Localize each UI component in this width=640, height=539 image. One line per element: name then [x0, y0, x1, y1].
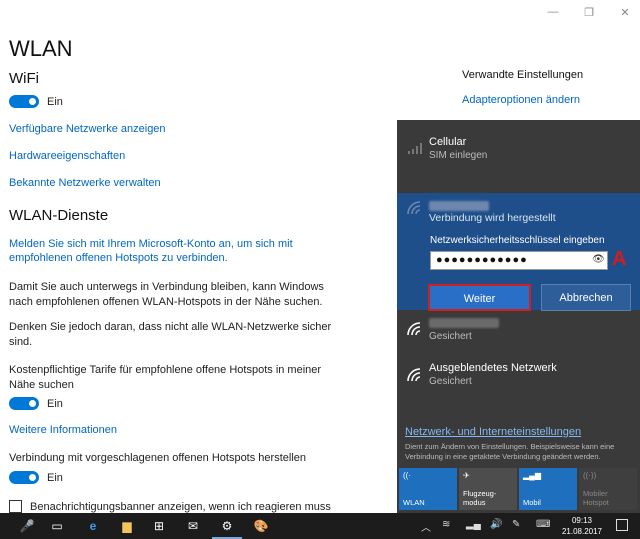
- network-name-redacted: [429, 201, 489, 211]
- adapter-options-link[interactable]: Adapteroptionen ändern: [462, 94, 580, 106]
- wifi-signal-icon: [407, 368, 421, 382]
- wlan-services-heading: WLAN-Dienste: [9, 207, 109, 224]
- related-settings-heading: Verwandte Einstellungen: [462, 69, 584, 81]
- suggested-hotspots-toggle-row: Ein: [9, 471, 63, 484]
- security-key-label: Netzwerksicherheitsschlüssel eingeben: [430, 235, 605, 246]
- more-info-link[interactable]: Weitere Informationen: [9, 424, 117, 436]
- wifi-toggle-label: Ein: [47, 95, 63, 108]
- paid-plans-paragraph-line2: Nähe suchen: [9, 379, 74, 391]
- paid-plans-paragraph-line1: Kostenpflichtige Tarife für empfohlene o…: [9, 364, 322, 376]
- suggested-hotspots-toggle[interactable]: [9, 471, 39, 484]
- annotation-marker: A: [612, 248, 627, 270]
- link-hardware-properties[interactable]: Hardwareeigenschaften: [9, 150, 125, 162]
- microphone-icon[interactable]: 🎤: [18, 517, 36, 535]
- wifi-heading: WiFi: [9, 70, 39, 87]
- hotspot-paragraph-line1: Damit Sie auch unterwegs in Verbindung b…: [9, 281, 324, 293]
- hotspot-paragraph: Damit Sie auch unterwegs in Verbindung b…: [9, 280, 339, 310]
- wifi-signal-icon: [407, 322, 421, 336]
- clock[interactable]: 09:13 21.08.2017: [562, 515, 602, 537]
- clock-date: 21.08.2017: [561, 527, 602, 536]
- notification-banner-label: Benachrichtigungsbanner anzeigen, wenn i…: [30, 500, 331, 513]
- task-view-icon[interactable]: ▭: [48, 517, 66, 535]
- link-known-networks[interactable]: Bekannte Netzwerke verwalten: [9, 177, 161, 189]
- paint-icon[interactable]: 🎨: [252, 517, 270, 535]
- network-settings-note: Dient zum Ändern von Einstellungen. Beis…: [405, 442, 615, 461]
- airplane-mode-tile-label: Flugzeug- modus: [463, 489, 497, 507]
- volume-icon[interactable]: 🔊: [490, 519, 502, 530]
- signin-link-line2[interactable]: empfohlenen offenen Hotspots zu verbinde…: [9, 252, 228, 264]
- reveal-password-icon[interactable]: 👁: [592, 254, 605, 266]
- hotspot-paragraph-line2: nach empfohlenen offenen WLAN-Hotspots i…: [9, 296, 323, 308]
- paid-plans-paragraph: Kostenpflichtige Tarife für empfohlene o…: [9, 363, 339, 393]
- settings-window: — ❐ ✕ WLAN WiFi Ein Verfügbare Netzwerke…: [0, 0, 640, 539]
- notification-banner-row: Benachrichtigungsbanner anzeigen, wenn i…: [9, 500, 331, 513]
- close-button[interactable]: ✕: [618, 6, 632, 19]
- hidden-network-name: Ausgeblendetes Netzwerk: [429, 362, 557, 374]
- mobile-hotspot-tile[interactable]: ((·)) Mobiler Hotspot: [579, 468, 637, 510]
- wifi-toggle-row: Ein: [9, 95, 63, 108]
- network-flyout: Cellular SIM einlegen Verbindung wird he…: [397, 120, 640, 513]
- link-available-networks[interactable]: Verfügbare Netzwerke anzeigen: [9, 123, 166, 135]
- hotspot-icon: ((·)): [583, 471, 597, 480]
- action-center-icon[interactable]: [616, 519, 628, 531]
- wifi-icon: ((·: [403, 471, 411, 480]
- taskbar: 🎤 ▭ e ▆ ⊞ ✉ ⚙ 🎨 ︿ ≋ ▂▄ 🔊 ✎ ⌨ 09:13 21.08…: [0, 513, 640, 539]
- minimize-button[interactable]: —: [546, 6, 560, 19]
- chevron-up-icon[interactable]: ︿: [421, 519, 431, 534]
- signin-link-line1[interactable]: Melden Sie sich mit Ihrem Microsoft-Kont…: [9, 238, 293, 250]
- network-settings-link[interactable]: Netzwerk- und Interneteinstellungen: [405, 426, 581, 438]
- suggested-hotspots-text: Verbindung mit vorgeschlagenen offenen H…: [9, 452, 306, 464]
- wlan-tile-label: WLAN: [403, 498, 425, 507]
- paid-plans-toggle-label: Ein: [47, 397, 63, 410]
- page-title: WLAN: [9, 36, 73, 61]
- store-icon[interactable]: ⊞: [150, 517, 168, 535]
- notification-banner-checkbox[interactable]: [9, 500, 22, 513]
- wlan-tile[interactable]: ((· WLAN: [399, 468, 457, 510]
- mobile-hotspot-tile-label: Mobiler Hotspot: [583, 489, 609, 507]
- mobile-tile-label: Mobil: [523, 498, 541, 507]
- wifi-signal-icon: [407, 201, 421, 215]
- settings-gear-icon[interactable]: ⚙: [212, 517, 242, 539]
- airplane-mode-tile[interactable]: ✈ Flugzeug- modus: [459, 468, 517, 510]
- mobile-tile[interactable]: ▂▄▆ Mobil: [519, 468, 577, 510]
- cancel-button[interactable]: Abbrechen: [541, 284, 631, 311]
- secured-network-item[interactable]: Gesichert: [397, 314, 640, 350]
- cellular-icon: ▂▄▆: [523, 471, 541, 480]
- security-paragraph: Denken Sie jedoch daran, dass nicht alle…: [9, 320, 339, 350]
- security-paragraph-line2: sind.: [9, 336, 33, 348]
- keyboard-icon[interactable]: ⌨: [536, 519, 550, 530]
- paid-plans-toggle-row: Ein: [9, 397, 63, 410]
- hidden-network-status: Gesichert: [429, 376, 472, 387]
- cellular-name: Cellular: [429, 136, 467, 148]
- cellular-tray-icon[interactable]: ▂▄: [466, 519, 481, 530]
- paid-plans-toggle[interactable]: [9, 397, 39, 410]
- security-paragraph-line1: Denken Sie jedoch daran, dass nicht alle…: [9, 321, 332, 333]
- next-button[interactable]: Weiter: [428, 284, 531, 311]
- airplane-icon: ✈: [463, 471, 470, 480]
- security-key-value: ●●●●●●●●●●●●: [436, 254, 528, 266]
- clock-time: 09:13: [571, 516, 592, 525]
- wifi-toggle[interactable]: [9, 95, 39, 108]
- hidden-network-item[interactable]: Ausgeblendetes Netzwerk Gesichert: [397, 360, 640, 396]
- cellular-status: SIM einlegen: [429, 150, 488, 161]
- mail-icon[interactable]: ✉: [184, 517, 202, 535]
- file-explorer-icon[interactable]: ▆: [118, 517, 136, 535]
- maximize-button[interactable]: ❐: [582, 6, 596, 19]
- quick-action-tiles: ((· WLAN ✈ Flugzeug- modus ▂▄▆ Mobil ((·…: [399, 468, 637, 510]
- connecting-network-item[interactable]: Verbindung wird hergestellt Netzwerksich…: [397, 193, 640, 311]
- cellular-network-item[interactable]: Cellular SIM einlegen: [397, 135, 640, 175]
- pen-icon[interactable]: ✎: [512, 519, 520, 530]
- security-key-input[interactable]: ●●●●●●●●●●●● 👁: [430, 251, 608, 270]
- edge-icon[interactable]: e: [84, 517, 102, 535]
- window-controls: — ❐ ✕: [546, 6, 632, 19]
- suggested-hotspots-toggle-label: Ein: [47, 471, 63, 484]
- secured-network-status: Gesichert: [429, 331, 472, 342]
- wifi-tray-icon[interactable]: ≋: [442, 519, 450, 530]
- connecting-status: Verbindung wird hergestellt: [429, 212, 556, 224]
- cellular-signal-icon: [408, 143, 422, 154]
- network-name-redacted: [429, 318, 499, 328]
